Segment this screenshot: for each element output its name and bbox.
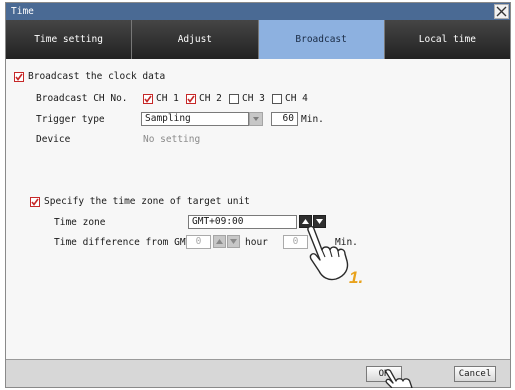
ch3-label: CH 3	[242, 93, 265, 104]
hour-up-button[interactable]	[213, 235, 226, 248]
timezone-label: Time zone	[54, 217, 106, 228]
broadcast-panel: Broadcast the clock data Broadcast CH No…	[6, 59, 510, 359]
tab-local-time[interactable]: Local time	[384, 20, 510, 59]
gmt-diff-label: Time difference from GMT	[54, 237, 192, 248]
checkmark-icon	[187, 95, 195, 103]
chevron-down-icon	[253, 117, 259, 121]
timezone-checkbox[interactable]	[30, 197, 40, 207]
ch4-label: CH 4	[285, 93, 308, 104]
cancel-button[interactable]: Cancel	[454, 366, 496, 382]
ch2-label: CH 2	[199, 93, 222, 104]
tab-adjust[interactable]: Adjust	[132, 20, 259, 59]
step-number-label: 1.	[349, 268, 364, 287]
channel-label: Broadcast CH No.	[36, 93, 128, 104]
timezone-select[interactable]: GMT+09:00	[188, 215, 297, 229]
interval-input[interactable]: 60	[271, 112, 298, 126]
ch1-checkbox[interactable]	[143, 94, 153, 104]
ch3-checkbox[interactable]	[229, 94, 239, 104]
window-title: Time	[11, 6, 34, 17]
tab-bar: Time setting Adjust Broadcast Local time	[6, 20, 510, 59]
footer-bar: OK Cancel	[6, 359, 510, 388]
timezone-value: GMT+09:00	[192, 216, 244, 227]
close-button[interactable]	[494, 4, 509, 19]
trigger-select[interactable]: Sampling	[141, 112, 249, 126]
time-dialog: Time Time setting Adjust Broadcast Local…	[5, 2, 511, 388]
device-value: No setting	[143, 134, 201, 145]
arrow-up-icon	[216, 239, 223, 244]
checkmark-icon	[15, 73, 23, 81]
interval-value: 60	[282, 113, 294, 124]
hour-input[interactable]: 0	[186, 235, 211, 249]
device-label: Device	[36, 134, 71, 145]
checkmark-icon	[31, 198, 39, 206]
interval-unit: Min.	[301, 114, 324, 125]
pointing-hand-ok-icon	[385, 369, 413, 388]
broadcast-checkbox[interactable]	[14, 72, 24, 82]
close-icon	[496, 6, 507, 17]
timezone-enable-label: Specify the time zone of target unit	[44, 196, 250, 207]
hour-unit: hour	[245, 237, 268, 248]
minute-value: 0	[292, 236, 299, 247]
ch4-checkbox[interactable]	[272, 94, 282, 104]
hour-down-button[interactable]	[227, 235, 240, 248]
trigger-label: Trigger type	[36, 114, 105, 125]
title-bar: Time	[6, 3, 510, 20]
trigger-value: Sampling	[145, 113, 191, 124]
checkmark-icon	[144, 95, 152, 103]
ch2-checkbox[interactable]	[186, 94, 196, 104]
arrow-down-icon	[230, 239, 237, 244]
cancel-label: Cancel	[458, 369, 492, 379]
tab-time-setting[interactable]: Time setting	[6, 20, 133, 59]
broadcast-label: Broadcast the clock data	[28, 71, 166, 82]
hour-value: 0	[195, 236, 202, 247]
tab-broadcast[interactable]: Broadcast	[258, 20, 385, 59]
trigger-dropdown-button[interactable]	[249, 112, 263, 126]
ch1-label: CH 1	[156, 93, 179, 104]
